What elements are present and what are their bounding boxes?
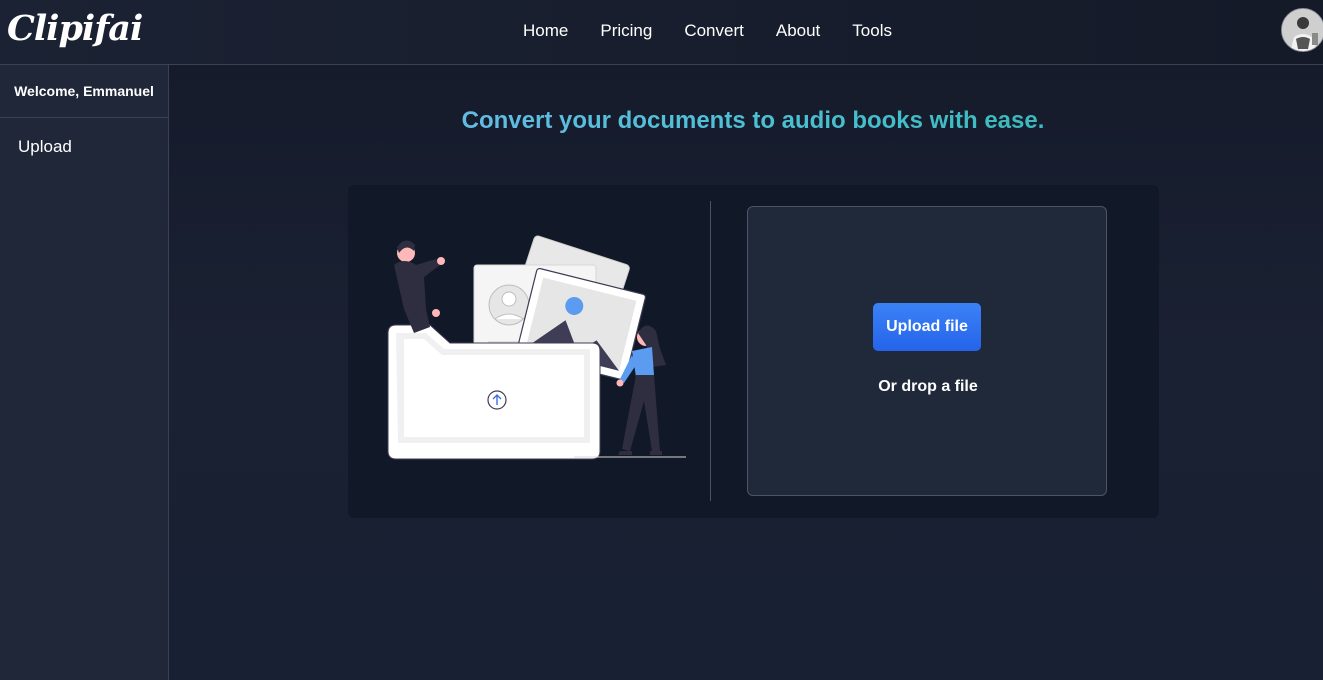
upload-card: Upload file Or drop a file: [348, 185, 1159, 518]
page-headline: Convert your documents to audio books wi…: [169, 107, 1323, 135]
nav-about[interactable]: About: [760, 20, 836, 42]
main-nav: Home Pricing Convert About Tools: [507, 20, 908, 42]
user-avatar[interactable]: [1281, 8, 1323, 52]
main-content: Convert your documents to audio books wi…: [169, 65, 1323, 680]
welcome-message: Welcome, Emmanuel: [0, 65, 168, 118]
top-header: Clipifai Home Pricing Convert About Tool…: [0, 0, 1323, 65]
sidebar-item-upload[interactable]: Upload: [0, 137, 168, 157]
drop-file-label: Or drop a file: [878, 378, 978, 395]
brand-logo[interactable]: Clipifai: [7, 8, 143, 49]
nav-home[interactable]: Home: [507, 20, 584, 42]
nav-pricing[interactable]: Pricing: [584, 20, 668, 42]
file-upload-illustration: [387, 235, 686, 460]
nav-convert[interactable]: Convert: [668, 20, 760, 42]
card-divider: [710, 201, 711, 501]
upload-file-button[interactable]: Upload file: [873, 303, 981, 351]
sidebar: Welcome, Emmanuel Upload: [0, 65, 169, 680]
file-dropzone[interactable]: Upload file Or drop a file: [747, 206, 1107, 496]
avatar-photo-icon: [1282, 9, 1323, 51]
nav-tools[interactable]: Tools: [836, 20, 908, 42]
